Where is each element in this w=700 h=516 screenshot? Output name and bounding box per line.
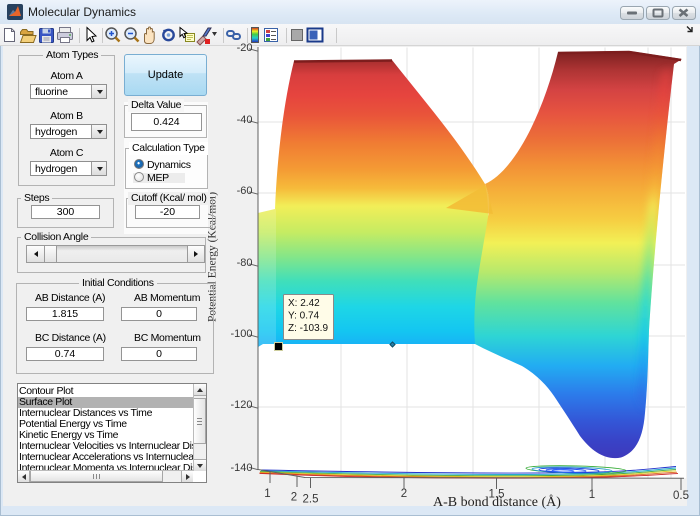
svg-text:-100: -100	[230, 328, 252, 340]
svg-text:Z: -103.9: Z: -103.9	[288, 323, 328, 334]
svg-text:A-B bond distance (Å): A-B bond distance (Å)	[433, 494, 561, 510]
svg-text:0.5: 0.5	[673, 490, 689, 502]
svg-text:-120: -120	[230, 399, 252, 411]
svg-text:Y: 0.74: Y: 0.74	[288, 311, 320, 322]
svg-text:2: 2	[291, 492, 297, 504]
svg-text:2.5: 2.5	[303, 494, 319, 506]
svg-text:1: 1	[264, 488, 270, 500]
svg-text:-40: -40	[237, 114, 253, 126]
svg-text:1: 1	[589, 489, 595, 501]
svg-text:X: 2.42: X: 2.42	[288, 298, 320, 309]
svg-text:2: 2	[401, 488, 407, 500]
svg-text:-80: -80	[237, 257, 253, 269]
svg-text:-140: -140	[230, 462, 252, 474]
svg-text:-60: -60	[237, 185, 253, 197]
